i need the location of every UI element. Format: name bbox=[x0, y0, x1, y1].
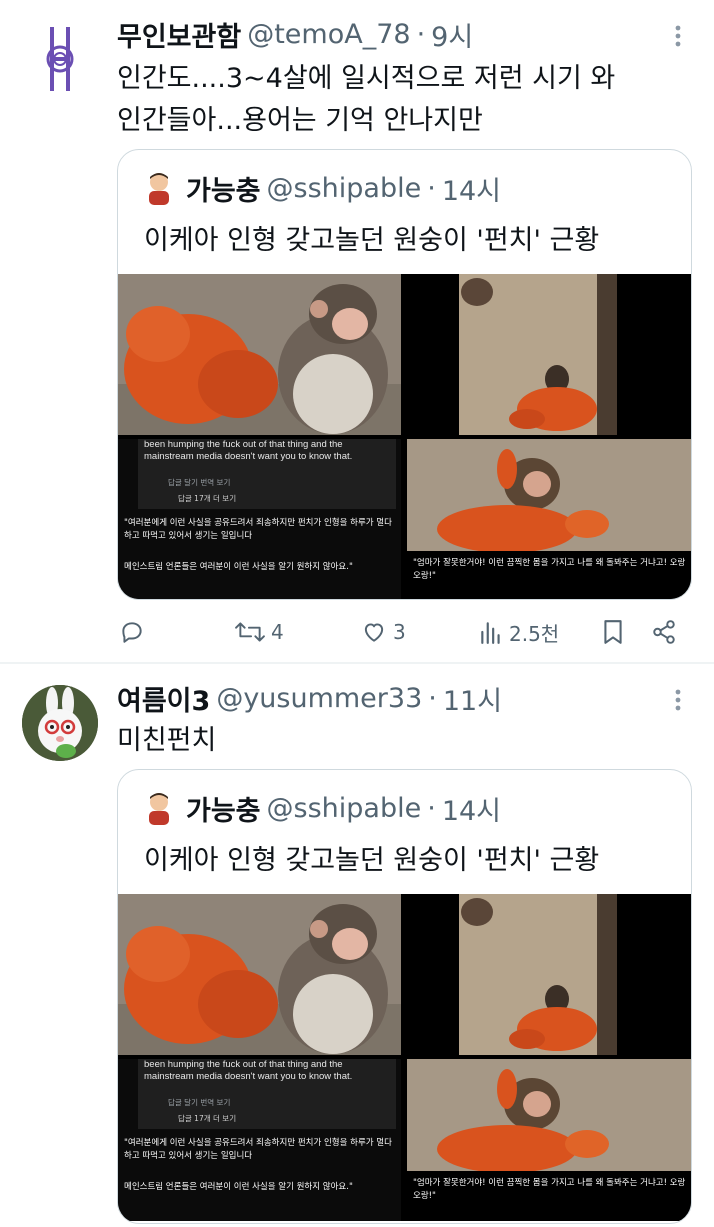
more-vertical-icon[interactable] bbox=[664, 684, 692, 716]
tweet[interactable]: 무인보관함 @temoA_78 · 9시 인간도....3~4살에 일시적으로 … bbox=[0, 0, 714, 662]
author-handle[interactable]: @yusummer33 bbox=[216, 683, 422, 714]
quote-header: 가능충 @sshipable · 14시 bbox=[144, 168, 501, 208]
quoted-tweet[interactable]: 가능충 @sshipable · 14시 이케아 인형 갖고놀던 원숭이 '펀치… bbox=[117, 149, 692, 600]
bookmark-icon bbox=[604, 620, 622, 644]
tweet-header: 여름이3 @yusummer33 · 11시 bbox=[117, 678, 502, 718]
caption-korean-2: 메인스트림 언론들은 여러분이 이런 사실을 알기 원하지 않아요." bbox=[124, 1182, 353, 1192]
tweet-header: 무인보관함 @temoA_78 · 9시 bbox=[117, 14, 473, 54]
quote-author-name[interactable]: 가능충 bbox=[186, 169, 261, 208]
quote-author-name[interactable]: 가능충 bbox=[186, 789, 261, 828]
separator: · bbox=[427, 792, 436, 824]
quote-timestamp[interactable]: 14시 bbox=[442, 789, 501, 828]
rabbit-avatar-image bbox=[22, 685, 98, 761]
retweet-icon bbox=[235, 622, 265, 642]
reply-icon bbox=[122, 622, 142, 643]
quote-avatar[interactable] bbox=[144, 171, 174, 205]
action-bar: 4 3 2.5천 bbox=[117, 612, 687, 652]
media-image-comment-screenshot[interactable]: been humping the fuck out of that thing … bbox=[118, 1059, 401, 1221]
media-image-monkey-caption[interactable]: "엄마가 잘못한거야! 이런 끔찍한 몸을 가지고 나를 왜 돌봐주는 거냐고!… bbox=[407, 439, 691, 599]
retweet-button[interactable]: 4 bbox=[235, 612, 284, 652]
author-name[interactable]: 여름이3 bbox=[117, 679, 210, 718]
separator: · bbox=[428, 682, 437, 714]
quoted-tweet[interactable]: 가능충 @sshipable · 14시 이케아 인형 갖고놀던 원숭이 '펀치… bbox=[117, 769, 692, 1224]
quote-author-handle[interactable]: @sshipable bbox=[267, 173, 422, 204]
reply-button[interactable] bbox=[119, 612, 145, 652]
quote-text: 이케아 인형 갖고놀던 원숭이 '펀치' 근황 bbox=[144, 225, 600, 256]
caption-english: been humping the fuck out of that thing … bbox=[144, 1059, 353, 1082]
quote-timestamp[interactable]: 14시 bbox=[442, 169, 501, 208]
avatar[interactable] bbox=[22, 21, 98, 97]
caption-meta: 답글 달기 번역 보기 bbox=[168, 478, 231, 487]
like-count: 3 bbox=[393, 620, 406, 644]
share-icon bbox=[653, 620, 675, 644]
avatar[interactable] bbox=[22, 685, 98, 761]
media-grid[interactable]: been humping the fuck out of that thing … bbox=[118, 274, 691, 599]
quote-author-handle[interactable]: @sshipable bbox=[267, 793, 422, 824]
media-image-enclosure[interactable] bbox=[407, 274, 691, 435]
caption-meta: 답글 달기 번역 보기 bbox=[168, 1098, 231, 1107]
media-grid[interactable]: been humping the fuck out of that thing … bbox=[118, 894, 691, 1221]
media-image-monkey-plush[interactable] bbox=[118, 274, 401, 435]
caption-korean-1: "여러분에게 이런 사실을 공유드려서 죄송하지만 펀치가 인형을 하루가 멀다… bbox=[124, 1138, 392, 1161]
caption-korean-1: "여러분에게 이런 사실을 공유드려서 죄송하지만 펀치가 인형을 하루가 멀다… bbox=[124, 518, 392, 541]
locker-logo-icon bbox=[22, 21, 98, 97]
more-vertical-icon[interactable] bbox=[664, 20, 692, 52]
caption-korean-3: "엄마가 잘못한거야! 이런 끔찍한 몸을 가지고 나를 왜 돌봐주는 거냐고!… bbox=[413, 1178, 686, 1201]
views-button[interactable]: 2.5천 bbox=[479, 612, 559, 652]
tweet-text-line: 인간도....3~4살에 일시적으로 저런 시기 와 bbox=[117, 63, 616, 94]
author-handle[interactable]: @temoA_78 bbox=[247, 19, 410, 50]
author-name[interactable]: 무인보관함 bbox=[117, 15, 241, 54]
media-image-monkey-plush[interactable] bbox=[118, 894, 401, 1055]
tweet-text: 미친펀치 bbox=[117, 720, 697, 762]
timestamp[interactable]: 11시 bbox=[443, 679, 502, 718]
bookmark-button[interactable] bbox=[601, 612, 625, 652]
retweet-count: 4 bbox=[271, 620, 284, 644]
media-image-monkey-caption[interactable]: "엄마가 잘못한거야! 이런 끔찍한 몸을 가지고 나를 왜 돌봐주는 거냐고!… bbox=[407, 1059, 691, 1221]
tweet-text-line: 인간들아...용어는 기억 안나지만 bbox=[117, 105, 483, 136]
quote-avatar[interactable] bbox=[144, 791, 174, 825]
quote-text: 이케아 인형 갖고놀던 원숭이 '펀치' 근황 bbox=[144, 845, 600, 876]
separator: · bbox=[416, 18, 426, 50]
caption-more-replies: 답글 17개 더 보기 bbox=[178, 494, 237, 503]
media-image-enclosure[interactable] bbox=[407, 894, 691, 1055]
like-button[interactable]: 3 bbox=[361, 612, 406, 652]
media-image-comment-screenshot[interactable]: been humping the fuck out of that thing … bbox=[118, 439, 401, 599]
tweet-text-line: 미친펀치 bbox=[117, 725, 217, 756]
timestamp[interactable]: 9시 bbox=[431, 15, 473, 54]
view-count: 2.5천 bbox=[509, 621, 560, 646]
heart-icon bbox=[364, 623, 384, 642]
caption-korean-2: 메인스트림 언론들은 여러분이 이런 사실을 알기 원하지 않아요." bbox=[124, 562, 353, 572]
share-button[interactable] bbox=[651, 612, 677, 652]
separator: · bbox=[427, 172, 436, 204]
caption-english: been humping the fuck out of that thing … bbox=[144, 439, 353, 462]
views-chart-icon bbox=[481, 622, 500, 644]
caption-korean-3: "엄마가 잘못한거야! 이런 끔찍한 몸을 가지고 나를 왜 돌봐주는 거냐고!… bbox=[413, 558, 686, 581]
caption-more-replies: 답글 17개 더 보기 bbox=[178, 1114, 237, 1123]
quote-header: 가능충 @sshipable · 14시 bbox=[144, 788, 501, 828]
tweet-text: 인간도....3~4살에 일시적으로 저런 시기 와 인간들아...용어는 기억… bbox=[117, 58, 697, 142]
